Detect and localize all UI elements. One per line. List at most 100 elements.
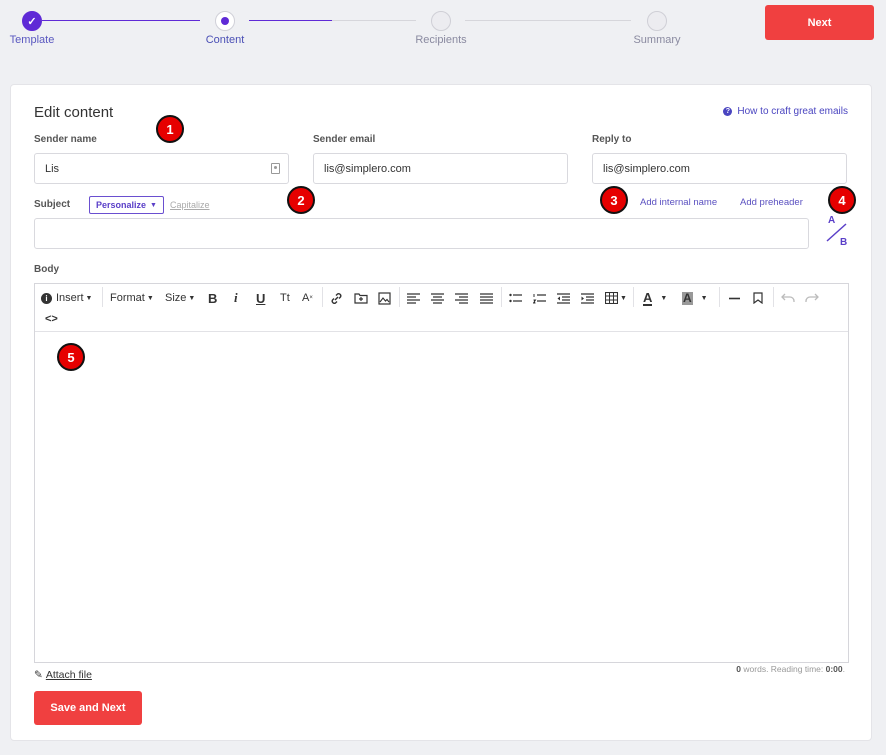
subject-input[interactable]: [34, 218, 809, 249]
clear-format-button[interactable]: A ×: [302, 289, 313, 307]
step-recipients[interactable]: Recipients: [391, 11, 491, 46]
editor-body[interactable]: [35, 332, 848, 662]
toolbar-divider: [773, 287, 774, 307]
numbered-list-icon: [533, 293, 546, 303]
paperclip-icon: ✎: [34, 669, 43, 681]
indent-icon: [581, 292, 594, 304]
personalize-dropdown[interactable]: Personalize ▼: [89, 196, 164, 214]
word-count-period: .: [842, 664, 845, 674]
size-label: Size: [165, 292, 187, 304]
sender-email-field[interactable]: lis@simplero.com: [313, 153, 568, 184]
chevron-down-icon: ▼: [660, 294, 668, 302]
indent-button[interactable]: [581, 289, 594, 307]
bullet-list-icon: [509, 293, 522, 302]
sender-email-label: Sender email: [313, 134, 376, 145]
body-label: Body: [34, 264, 59, 275]
chevron-down-icon: ▼: [146, 294, 154, 302]
redo-icon: [805, 293, 819, 302]
step-label: Template: [9, 34, 55, 46]
ab-test-b: B: [840, 237, 848, 248]
contact-card-icon[interactable]: [271, 163, 280, 174]
ab-test-button[interactable]: A B: [824, 215, 850, 249]
attach-file-link[interactable]: ✎ Attach file: [34, 669, 92, 681]
italic-icon: i: [234, 290, 238, 305]
align-left-icon: [407, 292, 420, 304]
step-summary[interactable]: Summary: [607, 11, 707, 46]
align-right-button[interactable]: [455, 289, 468, 307]
italic-button[interactable]: i: [234, 289, 238, 307]
annotation-marker-4: 4: [828, 186, 856, 214]
pending-dot-icon: [431, 11, 451, 31]
editor-toolbar: i Insert▼ Format▼ Size▼ B i U Tt A×: [35, 284, 848, 332]
outdent-icon: [557, 292, 570, 304]
horizontal-rule-button[interactable]: [729, 289, 740, 307]
capitalize-link[interactable]: Capitalize: [170, 200, 210, 210]
chevron-down-icon: ▼: [150, 201, 157, 209]
word-count: 0 words. Reading time: 0:00.: [736, 664, 845, 674]
folder-plus-icon: [354, 293, 368, 304]
word-count-text: words. Reading time:: [741, 664, 826, 674]
annotation-marker-2: 2: [287, 186, 315, 214]
image-icon: [378, 291, 391, 305]
text-color-icon: A: [643, 289, 653, 306]
progress-stepper: ✓ Template Content Recipients Summary: [0, 0, 720, 60]
insert-label: Insert: [56, 292, 84, 304]
size-menu[interactable]: Size ▼: [165, 289, 195, 307]
align-justify-button[interactable]: [480, 289, 493, 307]
reading-time-value: 0:00: [825, 664, 843, 674]
outdent-button[interactable]: [557, 289, 570, 307]
help-link[interactable]: ? How to craft great emails: [723, 106, 848, 117]
page-title: Edit content: [34, 104, 114, 121]
bold-button[interactable]: B: [208, 289, 217, 307]
sender-name-field[interactable]: Lis: [34, 153, 289, 184]
clear-format-icon: A: [302, 292, 310, 304]
add-internal-name-link[interactable]: Add internal name: [640, 197, 717, 208]
chevron-down-icon: ▼: [85, 294, 93, 302]
undo-icon: [781, 293, 795, 302]
text-color-menu[interactable]: A ▼: [643, 289, 667, 307]
help-link-text: How to craft great emails: [737, 106, 848, 117]
info-icon: i: [41, 292, 52, 304]
annotation-marker-5: 5: [57, 343, 85, 371]
table-menu[interactable]: ▼: [605, 289, 627, 307]
insert-link-button[interactable]: [330, 289, 343, 307]
active-dot-icon: [215, 11, 235, 31]
add-preheader-link[interactable]: Add preheader: [740, 197, 803, 208]
undo-button[interactable]: [781, 289, 795, 307]
highlight-color-menu[interactable]: A ▼: [682, 289, 708, 307]
align-justify-icon: [480, 292, 493, 304]
format-menu[interactable]: Format ▼: [110, 289, 154, 307]
sender-name-label: Sender name: [34, 134, 97, 145]
personalize-label: Personalize: [96, 200, 147, 210]
sender-email-value: lis@simplero.com: [324, 162, 411, 175]
reply-to-label: Reply to: [592, 134, 632, 145]
sender-name-value: Lis: [45, 162, 60, 175]
table-icon: [605, 292, 618, 304]
chevron-down-icon: ▼: [700, 294, 708, 302]
code-view-button[interactable]: <>: [45, 310, 58, 328]
bookmark-button[interactable]: [753, 289, 763, 307]
numbered-list-button[interactable]: [533, 289, 546, 307]
toolbar-divider: [322, 287, 323, 307]
text-transform-button[interactable]: Tt: [280, 289, 290, 307]
align-center-button[interactable]: [431, 289, 444, 307]
format-label: Format: [110, 292, 145, 304]
check-icon: ✓: [22, 11, 42, 31]
align-left-button[interactable]: [407, 289, 420, 307]
toolbar-divider: [633, 287, 634, 307]
save-and-next-button[interactable]: Save and Next: [34, 691, 142, 725]
insert-file-button[interactable]: [354, 289, 368, 307]
insert-menu[interactable]: i Insert ▼: [41, 289, 92, 307]
text-transform-icon: Tt: [280, 292, 290, 304]
next-button[interactable]: Next: [765, 5, 874, 40]
underline-button[interactable]: U: [256, 289, 265, 307]
rich-text-editor: i Insert▼ Format▼ Size▼ B i U Tt A×: [34, 283, 849, 663]
align-center-icon: [431, 292, 444, 304]
annotation-marker-1: 1: [156, 115, 184, 143]
reply-to-field[interactable]: lis@simplero.com: [592, 153, 847, 184]
step-template[interactable]: ✓ Template: [0, 11, 82, 46]
bullet-list-button[interactable]: [509, 289, 522, 307]
redo-button[interactable]: [805, 289, 819, 307]
insert-image-button[interactable]: [378, 289, 391, 307]
step-content[interactable]: Content: [175, 11, 275, 46]
